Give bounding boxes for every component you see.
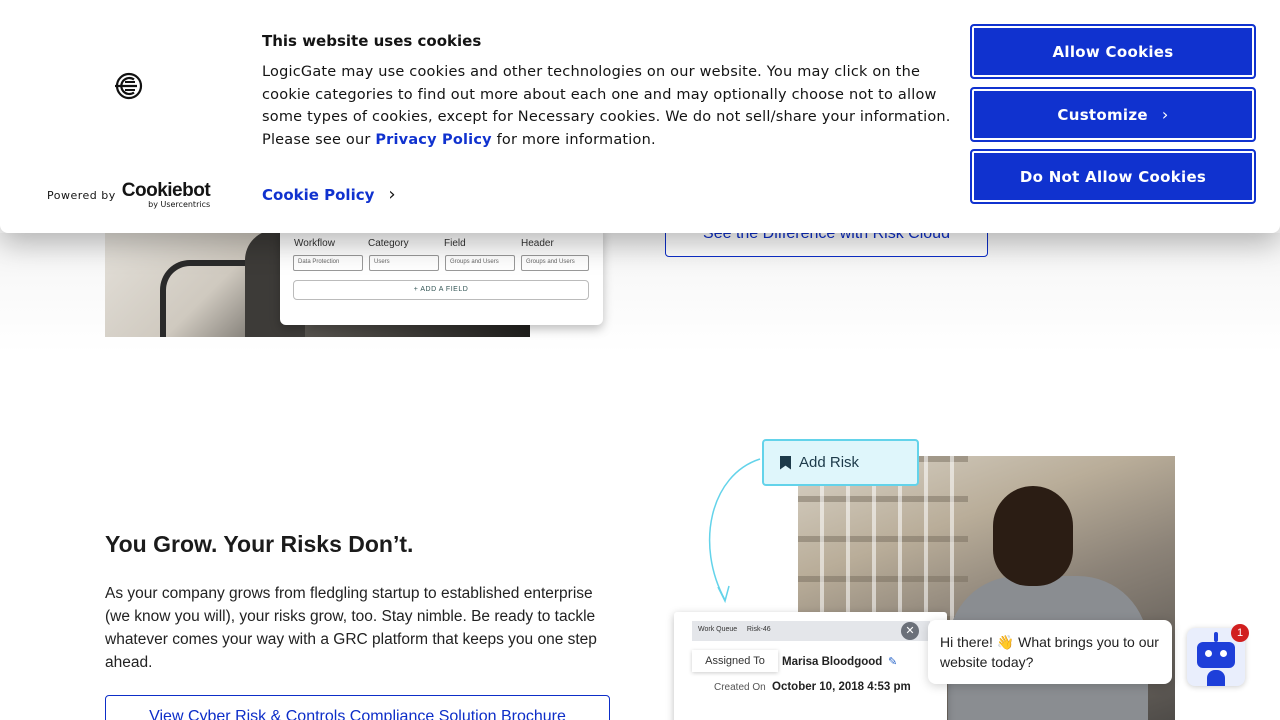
chat-greeting-bubble[interactable]: Hi there! 👋 What brings you to our websi… [928,620,1172,684]
cookiebot-logo: Cookiebot by Usercentrics [121,180,211,210]
powered-by-label: Powered by [47,189,116,202]
column-label: Category [368,238,409,249]
head-shape [993,486,1073,586]
add-risk-label: Add Risk [799,454,860,471]
cookie-text-part: for more information. [491,132,656,149]
workflow-config-card: Workflow Category Field Header Data Prot… [280,225,603,325]
robot-body [1207,670,1225,686]
column-select: Data Protection [293,255,363,271]
allow-cookies-button[interactable]: Allow Cookies [970,24,1256,79]
column-select: Groups and Users [445,255,515,271]
column-label: Workflow [294,238,335,249]
column-label: Header [521,238,554,249]
column-select: Users [369,255,439,271]
close-icon: ✕ [901,622,919,640]
view-brochure-button[interactable]: View Cyber Risk & Controls Compliance So… [105,695,610,720]
column-select: Groups and Users [521,255,589,271]
section-title: You Grow. Your Risks Don’t. [105,531,414,557]
deny-cookies-label: Do Not Allow Cookies [1019,167,1207,186]
bookmark-icon [780,455,791,470]
deny-cookies-button[interactable]: Do Not Allow Cookies [970,149,1256,204]
work-queue-label: Work Queue [698,626,738,633]
cookie-banner-text: LogicGate may use cookies and other tech… [262,61,952,152]
allow-cookies-label: Allow Cookies [1052,42,1174,61]
robot-icon [1197,642,1235,668]
cookie-policy-label: Cookie Policy [262,185,375,204]
chat-unread-badge: 1 [1231,624,1249,642]
customize-label: Customize [1057,105,1148,124]
logicgate-logo-icon [115,72,143,100]
assigned-to-label: Assigned To [692,650,778,672]
work-queue-card: Work Queue Risk-46 ✕ Assigned To Marisa … [674,612,947,720]
chevron-right-icon: › [1161,105,1169,124]
created-on-value: October 10, 2018 4:53 pm [772,681,911,693]
chevron-right-icon: › [388,184,396,205]
add-risk-chip: Add Risk [762,439,919,486]
work-queue-bar: Work Queue Risk-46 [692,621,930,641]
risk-id-label: Risk-46 [746,626,771,633]
cookie-policy-link[interactable]: Cookie Policy › [262,184,396,205]
pencil-icon: ✎ [888,656,898,668]
privacy-policy-link[interactable]: Privacy Policy [375,132,491,148]
cookie-consent-banner: Powered by Cookiebot by Usercentrics Thi… [0,0,1280,233]
assigned-to-value: Marisa Bloodgood [782,656,883,668]
cookiebot-wordmark: Cookiebot [121,180,211,201]
customize-button[interactable]: Customize › [970,87,1256,142]
powered-by-cookiebot[interactable]: Powered by Cookiebot by Usercentrics [47,180,211,210]
robot-antenna [1214,632,1218,642]
cookie-banner-title: This website uses cookies [262,32,482,50]
add-field-button: + ADD A FIELD [293,280,589,300]
section-body: As your company grows from fledgling sta… [105,585,597,671]
curved-arrow-icon [708,458,761,604]
cookiebot-subtitle: by Usercentrics [148,200,211,209]
created-on-label: Created On [714,682,766,693]
column-label: Field [444,238,466,249]
